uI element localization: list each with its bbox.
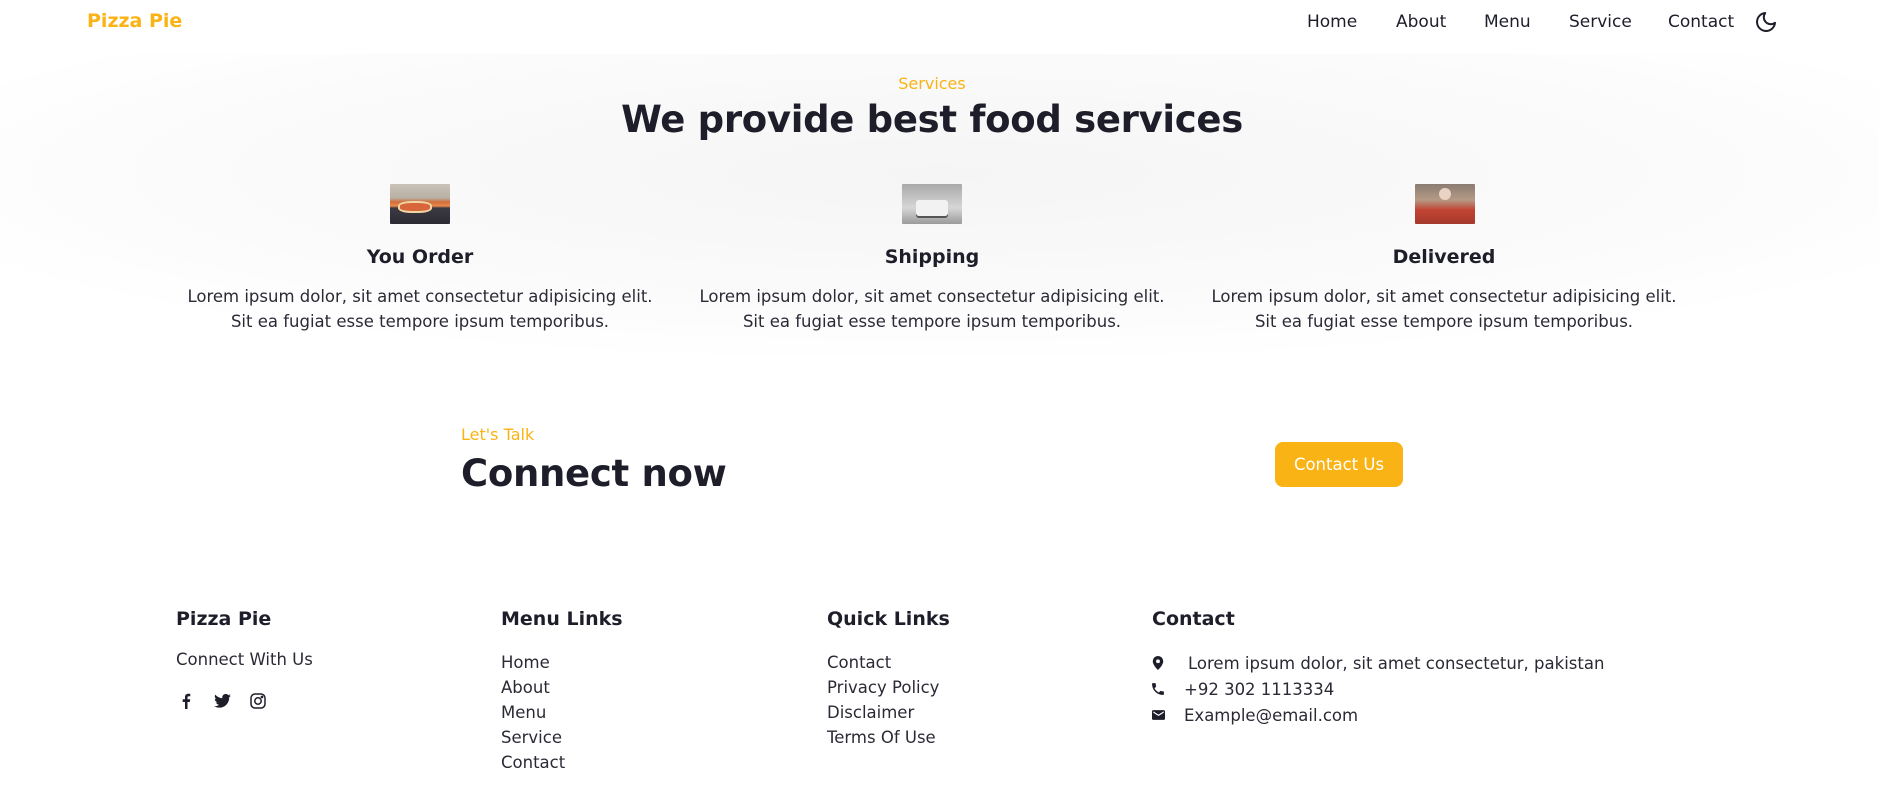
footer-link-menu[interactable]: Menu [501,700,623,725]
footer-menu-links: Menu Links Home About Menu Service Conta… [501,600,623,775]
nav-home[interactable]: Home [1307,12,1357,32]
nav-service[interactable]: Service [1569,12,1632,32]
site-header: Pizza Pie Home About Menu Service Contac… [0,0,1879,54]
connect-title: Connect now [461,452,727,495]
menu-links-list: Home About Menu Service Contact [501,650,623,775]
service-card-text: Lorem ipsum dolor, sit amet consectetur … [187,287,653,331]
contact-email-text[interactable]: Example@email.com [1184,706,1358,725]
moon-icon[interactable] [1754,10,1778,34]
site-footer: Pizza Pie Connect With Us Menu Links Hom… [0,600,1879,797]
footer-link-contact-page[interactable]: Contact [827,650,950,675]
footer-brand-title: Pizza Pie [176,608,272,630]
footer-link-terms[interactable]: Terms Of Use [827,725,950,750]
delivery-van-image [902,184,962,224]
quick-links-list: Contact Privacy Policy Disclaimer Terms … [827,650,950,750]
service-card-text: Lorem ipsum dolor, sit amet consectetur … [699,287,1165,331]
footer-link-contact[interactable]: Contact [501,750,623,775]
service-card-title: Shipping [884,246,980,268]
pizza-box-image [390,184,450,224]
location-pin-icon [1152,656,1184,670]
contact-title: Contact [1152,608,1235,630]
service-card-title: You Order [366,246,474,268]
footer-link-about[interactable]: About [501,675,623,700]
footer-brand: Pizza Pie Connect With Us [176,600,313,711]
courier-image [1415,184,1475,224]
connect-eyebrow: Let's Talk [461,425,535,444]
services-title: We provide best food services [621,98,1243,141]
menu-links-title: Menu Links [501,608,623,630]
services-eyebrow: Services [898,74,966,93]
contact-phone: +92 302 1113334 [1152,676,1604,702]
instagram-icon[interactable] [248,691,268,711]
footer-quick-links: Quick Links Contact Privacy Policy Discl… [827,600,950,750]
contact-us-button[interactable]: Contact Us [1275,442,1403,487]
facebook-icon[interactable] [176,691,196,711]
connect-with-label: Connect With Us [176,650,313,669]
nav-about[interactable]: About [1396,12,1446,32]
contact-address-text: Lorem ipsum dolor, sit amet consectetur,… [1188,653,1605,673]
twitter-icon[interactable] [212,691,232,711]
social-links [176,691,313,711]
service-card-text: Lorem ipsum dolor, sit amet consectetur … [1211,287,1677,331]
footer-link-service[interactable]: Service [501,725,623,750]
connect-section: Let's Talk Connect now Contact Us [0,420,1879,520]
service-card-title: Delivered [1392,246,1496,268]
quick-links-title: Quick Links [827,608,950,630]
nav-contact[interactable]: Contact [1668,12,1734,32]
contact-email: Example@email.com [1152,702,1604,728]
main-nav: Home About Menu Service Contact [0,12,1879,42]
nav-menu[interactable]: Menu [1484,12,1531,32]
footer-link-disclaimer[interactable]: Disclaimer [827,700,950,725]
footer-link-privacy[interactable]: Privacy Policy [827,675,950,700]
contact-list: Lorem ipsum dolor, sit amet consectetur,… [1152,650,1604,728]
phone-icon [1152,683,1184,695]
contact-phone-text[interactable]: +92 302 1113334 [1184,680,1334,699]
contact-address: Lorem ipsum dolor, sit amet consectetur,… [1152,650,1604,676]
services-section: Services We provide best food services Y… [0,54,1879,354]
footer-link-home[interactable]: Home [501,650,623,675]
mail-icon [1152,710,1184,720]
footer-contact: Contact Lorem ipsum dolor, sit amet cons… [1152,600,1604,728]
